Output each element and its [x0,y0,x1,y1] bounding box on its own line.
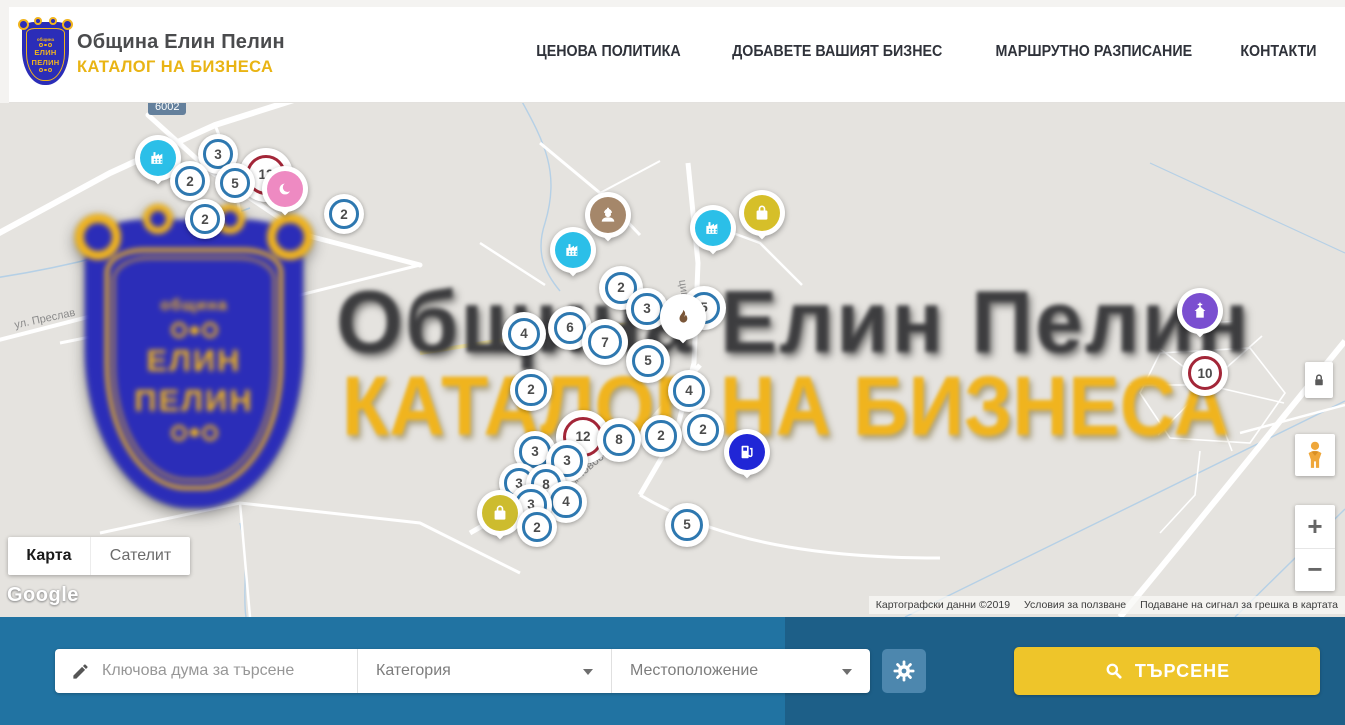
map-cluster-marker[interactable]: 2 [517,507,557,547]
cluster-count: 2 [340,207,348,222]
header: община ЕЛИН ПЕЛИН Община Елин Пелин КАТА… [0,0,1345,103]
map-cluster-marker[interactable]: 5 [215,163,255,203]
pegman-icon [1304,440,1326,470]
chevron-down-icon [583,669,593,675]
category-select[interactable]: Категория [358,649,612,693]
municipality-crest-logo: община ЕЛИН ПЕЛИН [22,22,69,85]
report-error-link[interactable]: Подаване на сигнал за грешка в картата [1133,599,1345,611]
cluster-count: 2 [617,280,625,295]
zoom-in-button[interactable]: + [1295,505,1335,549]
map-type-map-button[interactable]: Карта [8,537,90,575]
cluster-count: 2 [657,428,665,443]
map-pin-bag[interactable] [739,190,785,250]
crest-knot [49,17,57,25]
cluster-count: 8 [615,432,623,447]
site-subtitle: КАТАЛОГ НА БИЗНЕСА [77,57,279,77]
map-pin-factory[interactable] [690,205,736,265]
chevron-down-icon [842,669,852,675]
cluster-count: 7 [601,335,609,350]
map-pin-fuel[interactable] [724,429,770,489]
map-attribution: Картографски данни ©2019 Условия за полз… [869,596,1345,614]
google-logo[interactable]: Google [7,584,79,607]
cluster-count: 5 [644,353,652,368]
crest-town-label: община [37,37,54,42]
nav-item-add-business[interactable]: ДОБАВЕТЕ ВАШИЯТ БИЗНЕС [732,43,942,61]
site-title: Община Елин Пелин [77,31,285,54]
map-cluster-marker[interactable]: 4 [502,312,546,356]
cluster-count: 4 [520,326,528,341]
brand-text: Община Елин Пелин КАТАЛОГ НА БИЗНЕСА [77,31,285,77]
map-copyright: Картографски данни ©2019 [869,599,1017,611]
map-cluster-marker[interactable]: 2 [510,369,552,411]
lock-icon [1310,370,1328,390]
cluster-count: 5 [683,517,691,532]
map-cluster-marker[interactable]: 4 [668,370,710,412]
search-button-label: ТЪРСЕНЕ [1135,661,1230,682]
map-cluster-marker[interactable]: 5 [626,339,670,383]
map-pin-crescent[interactable] [262,166,308,226]
nav-item-pricing[interactable]: ЦЕНОВА ПОЛИТИКА [536,43,680,61]
map-cluster-marker[interactable]: 8 [597,418,641,462]
crest-ornament [38,68,53,72]
map-cluster-marker[interactable]: 2 [170,161,210,201]
map-cluster-marker[interactable]: 2 [682,409,724,451]
crest-line2: ПЕЛИН [32,58,60,67]
map-cluster-marker[interactable]: 7 [582,319,628,365]
keyword-field[interactable] [55,649,358,693]
search-icon [1104,661,1124,681]
keyword-input[interactable] [102,662,342,680]
cluster-count: 6 [566,320,574,335]
cluster-count: 2 [699,422,707,437]
map-pin-bag[interactable] [477,490,523,550]
location-select-value: Местоположение [630,662,758,680]
brand[interactable]: община ЕЛИН ПЕЛИН Община Елин Пелин КАТА… [22,22,285,85]
crest-text: община ЕЛИН ПЕЛИН [27,29,64,80]
lock-button[interactable] [1305,362,1333,398]
cluster-count: 2 [186,174,194,189]
crest-line1: ЕЛИН [34,48,56,57]
map-cluster-marker[interactable]: 5 [665,503,709,547]
gear-icon [892,659,916,683]
nav-item-route-schedule[interactable]: МАРШРУТНО РАЗПИСАНИЕ [996,43,1193,61]
page-edge-left [0,0,9,103]
map-cluster-marker[interactable]: 2 [324,194,364,234]
main-nav: ЦЕНОВА ПОЛИТИКА ДОБАВЕТЕ ВАШИЯТ БИЗНЕС М… [530,0,1320,103]
cluster-count: 3 [563,453,571,468]
map-type-control: Карта Сателит [8,537,190,575]
page: община ЕЛИН ПЕЛИН Община Елин Пелин КАТА… [0,0,1345,725]
map-cluster-marker[interactable]: 10 [1182,350,1228,396]
search-fields: Категория Местоположение [55,649,870,693]
category-select-value: Категория [376,662,451,680]
cluster-count: 3 [214,147,222,162]
cluster-count: 4 [685,383,693,398]
cluster-count: 2 [201,212,209,227]
nav-item-contacts[interactable]: КОНТАКТИ [1240,43,1316,61]
map-cluster-marker[interactable]: 2 [185,199,225,239]
pencil-icon [71,662,90,681]
search-button[interactable]: ТЪРСЕНЕ [1014,647,1320,695]
zoom-control: + − [1295,505,1335,591]
terms-link[interactable]: Условия за ползване [1017,599,1133,611]
crest-knot [34,17,42,25]
map-pin-flame[interactable] [660,294,706,354]
cluster-count: 4 [562,494,570,509]
zoom-out-button[interactable]: − [1295,549,1335,592]
map-type-satellite-button[interactable]: Сателит [90,537,190,575]
cluster-count: 2 [533,520,541,535]
advanced-settings-button[interactable] [882,649,926,693]
map-pin-church[interactable] [1177,288,1223,348]
cluster-count: 3 [531,444,539,459]
map-pin-factory[interactable] [550,227,596,287]
search-bar: Категория Местоположение [0,617,1345,725]
map-cluster-marker[interactable]: 2 [640,415,682,457]
cluster-count: 3 [643,301,651,316]
cluster-count: 2 [527,382,535,397]
street-view-pegman-button[interactable] [1295,434,1335,476]
crest-ornament [38,43,53,47]
road-number-badge: 6002 [148,103,186,115]
cluster-count: 5 [231,176,239,191]
location-select[interactable]: Местоположение [612,649,870,693]
cluster-count: 10 [1197,366,1212,381]
google-map[interactable]: 6002 ул. Преслав ции бул. „Новоселци 325… [0,103,1345,617]
